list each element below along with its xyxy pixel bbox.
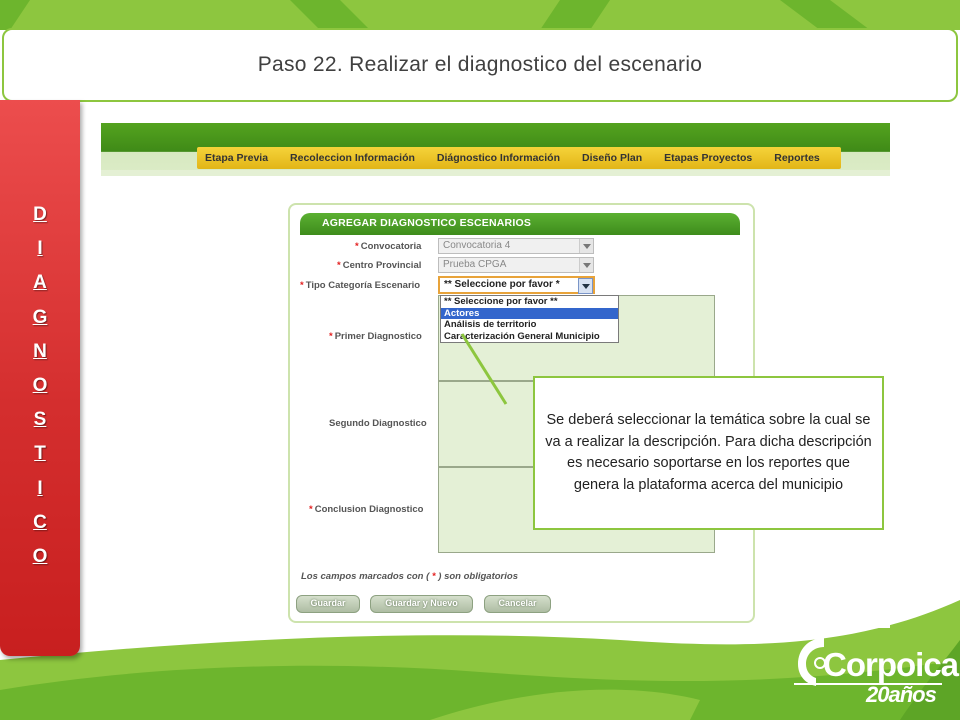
centro-select[interactable]: Prueba CPGA <box>438 257 594 273</box>
side-letter: I <box>37 477 43 499</box>
menu-item-diagnostico[interactable]: Diágnostico Información <box>437 152 560 164</box>
tipo-label-text: Tipo Categoría Escenario <box>305 280 421 291</box>
primer-label: * Primer Diagnostico <box>329 331 422 342</box>
callout-text: Se deberá seleccionar la temática sobre … <box>545 412 872 493</box>
conclusion-label: * Conclusion Diagnostico <box>309 504 423 515</box>
logo-subtext: 20años <box>866 682 937 707</box>
side-letter: N <box>33 340 47 362</box>
logo-text: Corpoica <box>823 646 959 683</box>
primer-label-text: Primer Diagnostico <box>334 331 422 342</box>
side-letter: I <box>37 238 43 260</box>
dropdown-option[interactable]: ** Seleccione por favor ** <box>441 296 618 308</box>
note-mark: * <box>429 571 439 582</box>
tipo-label: * Tipo Categoría Escenario <box>300 280 420 291</box>
save-button[interactable]: Guardar <box>296 595 360 613</box>
menu-item-diseno-plan[interactable]: Diseño Plan <box>582 152 642 164</box>
side-letter: T <box>34 443 46 465</box>
convocatoria-select[interactable]: Convocatoria 4 <box>438 238 594 254</box>
required-mark: * <box>337 260 341 271</box>
note-before: Los campos marcados con ( <box>301 571 430 582</box>
required-mark: * <box>329 331 333 342</box>
dropdown-option-selected[interactable]: Actores <box>441 307 618 319</box>
cancel-button[interactable]: Cancelar <box>484 595 551 613</box>
segundo-label-text: Segundo Diagnostico <box>329 418 427 429</box>
side-letter: D <box>33 204 47 225</box>
app-header-stripe <box>101 170 890 176</box>
side-letter: G <box>32 306 48 328</box>
slide-title-bar: Paso 22. Realizar el diagnostico del esc… <box>2 28 958 102</box>
side-letter: O <box>32 545 48 567</box>
main-menu: Etapa Previa Recoleccion Información Diá… <box>197 147 841 169</box>
convocatoria-value: Convocatoria 4 <box>443 240 511 251</box>
menu-item-reportes[interactable]: Reportes <box>774 152 820 164</box>
menu-item-etapas-proyectos[interactable]: Etapas Proyectos <box>664 152 752 164</box>
side-letter: C <box>33 511 47 533</box>
side-tab-letters: D I A G N O S T I C O <box>0 198 80 574</box>
required-note: Los campos marcados con ( * ) son obliga… <box>301 571 518 582</box>
centro-label: * Centro Provincial <box>337 260 421 271</box>
convocatoria-label: * Convocatoria <box>355 241 421 252</box>
side-letter: O <box>32 374 48 396</box>
required-mark: * <box>309 504 313 515</box>
required-mark: * <box>355 241 359 252</box>
panel-header: AGREGAR DIAGNOSTICO ESCENARIOS <box>300 213 740 235</box>
dropdown-option[interactable]: Análisis de territorio <box>441 319 618 331</box>
dropdown-option[interactable]: Caracterización General Municipio <box>441 331 618 343</box>
chevron-down-icon <box>578 278 593 294</box>
callout-box: Se deberá seleccionar la temática sobre … <box>533 376 884 530</box>
tipo-select[interactable]: ** Seleccione por favor * <box>438 276 595 294</box>
centro-value: Prueba CPGA <box>443 259 507 270</box>
menu-item-recoleccion[interactable]: Recoleccion Información <box>290 152 415 164</box>
side-letter: S <box>33 409 47 431</box>
segundo-label: Segundo Diagnostico <box>329 418 427 429</box>
save-and-new-button[interactable]: Guardar y Nuevo <box>370 595 473 613</box>
panel-title: AGREGAR DIAGNOSTICO ESCENARIOS <box>322 217 532 229</box>
chevron-down-icon <box>579 239 593 253</box>
conclusion-label-text: Conclusion Diagnostico <box>314 504 424 515</box>
tipo-value: ** Seleccione por favor * <box>444 279 560 290</box>
note-after: ) son obligatorios <box>438 571 518 582</box>
chevron-down-icon <box>579 258 593 272</box>
slide-title: Paso 22. Realizar el diagnostico del esc… <box>257 53 703 76</box>
side-letter: A <box>33 272 47 294</box>
convocatoria-label-text: Convocatoria <box>360 241 422 252</box>
centro-label-text: Centro Provincial <box>342 260 422 271</box>
required-mark: * <box>300 280 304 291</box>
tipo-dropdown-list: ** Seleccione por favor ** Actores Análi… <box>440 295 619 343</box>
menu-item-etapa-previa[interactable]: Etapa Previa <box>205 152 268 164</box>
